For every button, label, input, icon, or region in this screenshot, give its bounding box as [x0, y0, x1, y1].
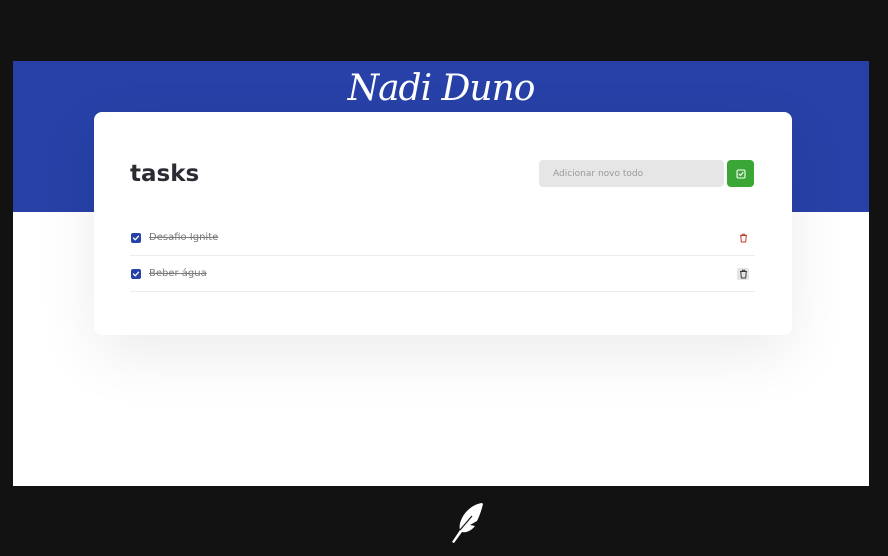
tasks-card: tasks Desafio Ignite: [94, 112, 792, 335]
page-title: tasks: [130, 161, 200, 187]
task-list: Desafio Ignite Beber água: [130, 220, 755, 292]
new-todo-input[interactable]: [539, 160, 724, 187]
checkmark-icon: [132, 235, 140, 240]
trash-icon: [739, 233, 747, 243]
checkmark-icon: [132, 271, 140, 276]
delete-task-button[interactable]: [737, 268, 749, 280]
task-row: Beber água: [130, 256, 755, 292]
trash-icon: [739, 269, 747, 279]
task-checkbox[interactable]: [131, 268, 141, 279]
quill-icon: [452, 503, 483, 543]
app-screen: Nadi Duno tasks Desafio Ignite: [13, 61, 869, 486]
task-label: Beber água: [149, 268, 207, 279]
brand-logo: Nadi Duno: [347, 68, 536, 109]
task-checkbox[interactable]: [131, 232, 141, 243]
delete-task-button[interactable]: [737, 232, 749, 244]
add-todo-button[interactable]: [727, 160, 754, 187]
check-square-icon: [735, 168, 746, 179]
task-label: Desafio Ignite: [149, 232, 219, 243]
task-row: Desafio Ignite: [130, 220, 755, 256]
